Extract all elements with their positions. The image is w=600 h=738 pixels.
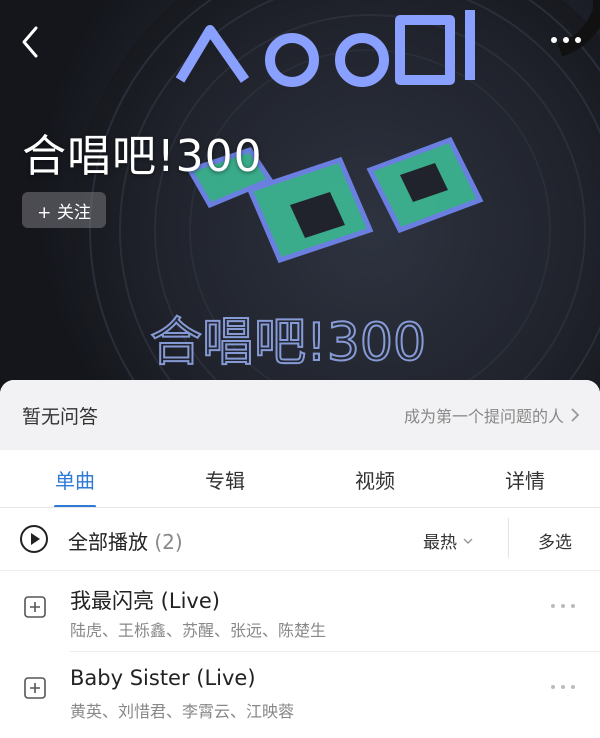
qa-title: 暂无问答 xyxy=(22,405,99,428)
divider xyxy=(508,518,509,558)
svg-text:合唱吧!300: 合唱吧!300 xyxy=(150,313,426,373)
tab-albums[interactable]: 专辑 xyxy=(150,450,300,508)
qa-section: 暂无问答 成为第一个提问题的人 xyxy=(0,380,600,450)
song-title: 我最闪亮 (Live) xyxy=(70,589,220,613)
ask-first-question-link[interactable]: 成为第一个提问题的人 xyxy=(404,403,580,427)
song-row[interactable]: Baby Sister (Live) 黄英、刘惜君、李霄云、江映蓉 xyxy=(0,652,600,732)
tab-details[interactable]: 详情 xyxy=(450,450,600,508)
tab-singles[interactable]: 单曲 xyxy=(0,450,150,508)
follow-button[interactable]: + 关注 xyxy=(22,192,106,228)
add-to-playlist-icon[interactable] xyxy=(24,596,46,618)
song-artists: 陆虎、王栎鑫、苏醒、张远、陈楚生 xyxy=(70,621,327,640)
ellipsis-icon[interactable] xyxy=(546,28,586,52)
vinyl-record-artwork: 合唱吧!300 xyxy=(70,0,600,400)
artist-name: 合唱吧!300 xyxy=(22,131,263,182)
more-options-icon[interactable] xyxy=(548,601,578,611)
more-options-icon[interactable] xyxy=(548,682,578,692)
multi-select-button[interactable]: 多选 xyxy=(538,528,572,553)
song-title: Baby Sister (Live) xyxy=(70,666,256,690)
song-row[interactable]: 我最闪亮 (Live) 陆虎、王栎鑫、苏醒、张远、陈楚生 xyxy=(0,571,600,651)
sort-label: 最热 xyxy=(423,533,457,553)
chevron-down-icon xyxy=(463,538,473,544)
play-all-button[interactable]: 全部播放 (2) xyxy=(68,526,183,555)
tab-bar: 单曲 专辑 视频 详情 xyxy=(0,450,600,508)
chevron-left-icon[interactable] xyxy=(14,22,50,62)
add-to-playlist-icon[interactable] xyxy=(24,677,46,699)
song-artists: 黄英、刘惜君、李霄云、江映蓉 xyxy=(70,702,295,721)
sort-dropdown[interactable]: 最热 xyxy=(423,528,473,553)
tab-videos[interactable]: 视频 xyxy=(300,450,450,508)
content-sheet: 暂无问答 成为第一个提问题的人 单曲 专辑 视频 详情 全部播放 (2) 最热 … xyxy=(0,380,600,738)
ask-first-question-label: 成为第一个提问题的人 xyxy=(403,407,564,426)
song-count: (2) xyxy=(154,530,183,554)
play-circle-icon[interactable] xyxy=(19,524,49,554)
artist-hero-cover: 合唱吧!300 合唱吧!300 + 关注 xyxy=(0,0,600,400)
play-all-row: 全部播放 (2) 最热 多选 xyxy=(0,508,600,570)
play-all-label: 全部播放 xyxy=(68,530,148,554)
chevron-right-icon xyxy=(571,408,580,422)
